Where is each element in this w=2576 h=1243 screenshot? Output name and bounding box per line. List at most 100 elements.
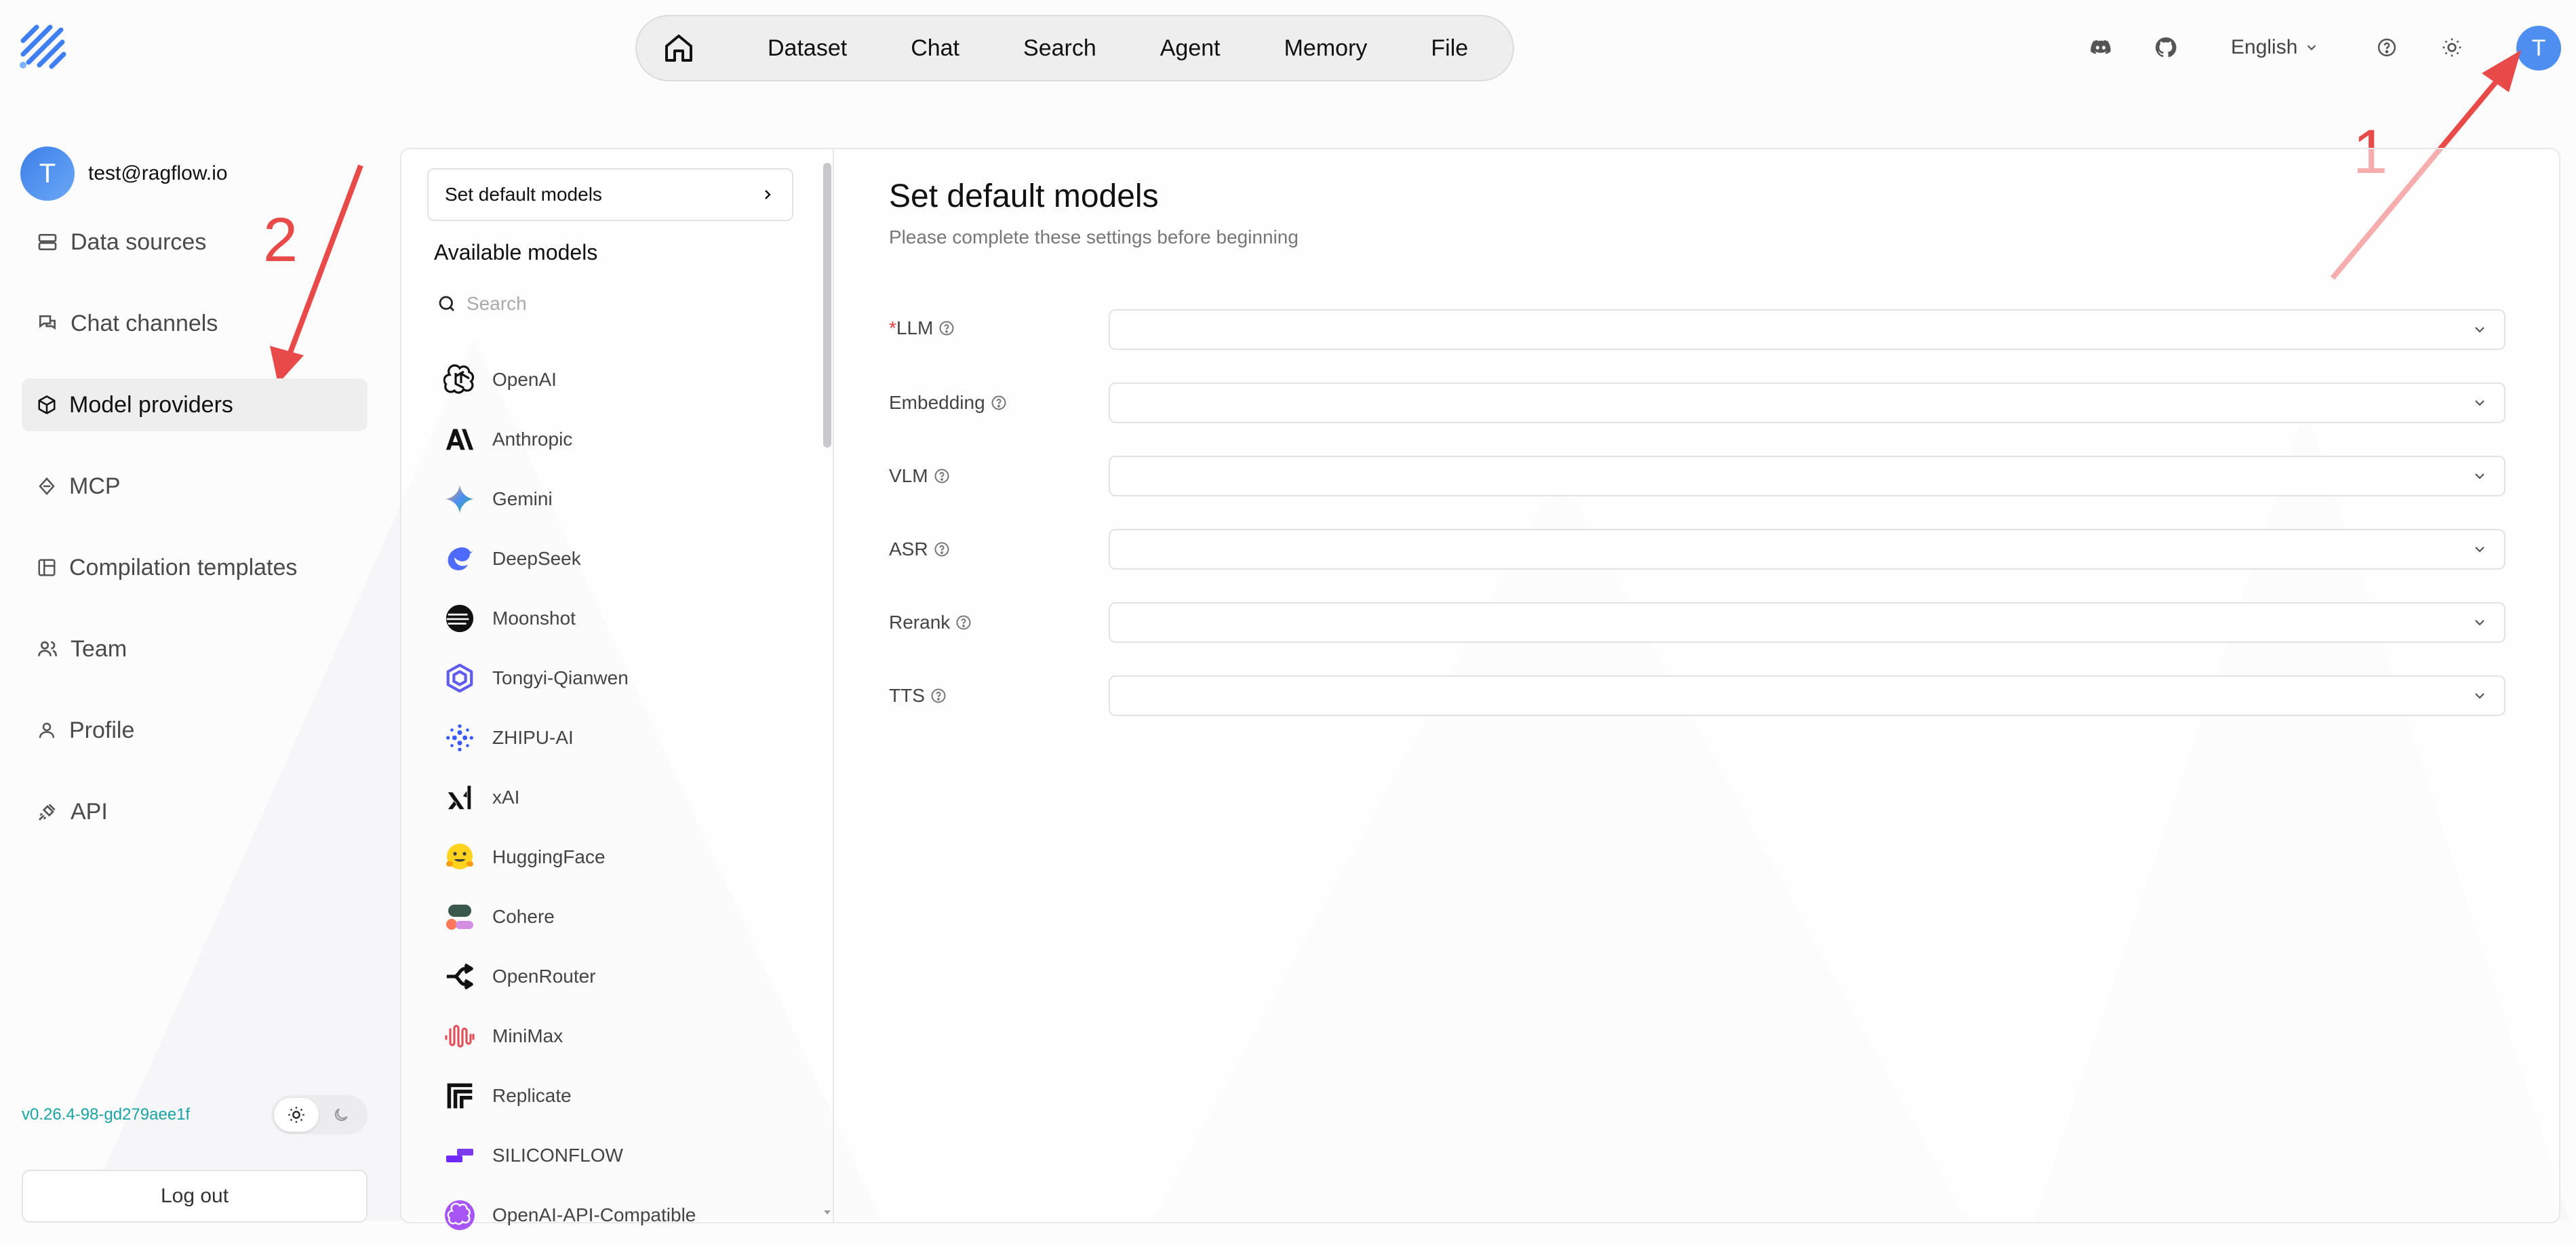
- help-icon[interactable]: [955, 614, 972, 631]
- chevron-right-icon: [765, 190, 771, 199]
- help-icon[interactable]: [991, 395, 1007, 411]
- model-list-scrollbar[interactable]: [823, 163, 831, 448]
- set-default-models-label: Set default models: [445, 184, 602, 205]
- moon-icon: [334, 1108, 348, 1122]
- sidebar-item-profile[interactable]: Profile: [22, 704, 368, 757]
- llm-select[interactable]: [1109, 309, 2505, 350]
- rerank-label: Rerank: [889, 612, 972, 633]
- tts-select[interactable]: [1109, 675, 2505, 716]
- rerank-select[interactable]: [1109, 602, 2505, 643]
- provider-name: OpenRouter: [492, 966, 596, 987]
- chevron-down-icon: [2475, 327, 2484, 333]
- minimax-icon: [445, 1025, 475, 1048]
- nav-chat[interactable]: Chat: [879, 35, 991, 62]
- list-item[interactable]: ZHIPU-AI: [442, 708, 808, 768]
- chevron-down-icon: [2475, 473, 2484, 479]
- provider-name: xAI: [492, 787, 520, 808]
- list-item[interactable]: HuggingFace: [442, 827, 808, 887]
- list-item[interactable]: Tongyi-Qianwen: [442, 648, 808, 708]
- team-icon: [38, 641, 57, 656]
- light-mode-option[interactable]: [274, 1098, 319, 1132]
- sidebar-item-label: Data sources: [71, 229, 207, 255]
- model-provider-list: OpenAI Anthropic Gemini DeepSeek Moonsho…: [442, 350, 808, 1243]
- help-icon[interactable]: [934, 468, 950, 484]
- set-default-models-button[interactable]: Set default models: [427, 168, 793, 221]
- provider-name: Replicate: [492, 1085, 572, 1106]
- help-icon: [2377, 38, 2396, 57]
- provider-name: MiniMax: [492, 1025, 563, 1046]
- sidebar-item-data-sources[interactable]: Data sources: [22, 216, 368, 269]
- vlm-label: VLM: [889, 465, 950, 487]
- required-marker: *: [889, 317, 896, 338]
- sun-icon: [2442, 38, 2461, 57]
- chevron-down-icon: [2475, 620, 2484, 626]
- asr-label: ASR: [889, 538, 950, 560]
- help-icon[interactable]: [938, 320, 955, 336]
- help-icon[interactable]: [934, 541, 950, 557]
- sun-icon: [288, 1107, 304, 1123]
- llm-label: *LLM: [889, 317, 955, 339]
- nav-file[interactable]: File: [1399, 35, 1500, 62]
- provider-name: Tongyi-Qianwen: [492, 667, 629, 688]
- dark-mode-option[interactable]: [319, 1098, 363, 1132]
- asr-select[interactable]: [1109, 529, 2505, 570]
- sidebar-item-compilation-templates[interactable]: Compilation templates: [22, 541, 368, 594]
- mcp-icon: [39, 477, 55, 496]
- ragflow-logo[interactable]: [16, 20, 71, 75]
- sidebar-item-mcp[interactable]: MCP: [22, 460, 368, 513]
- anthropic-icon: [445, 429, 474, 450]
- provider-name: SILICONFLOW: [492, 1145, 623, 1166]
- sidebar-item-api[interactable]: API: [22, 785, 368, 838]
- discord-button[interactable]: [2082, 24, 2120, 71]
- github-button[interactable]: [2147, 24, 2185, 71]
- user-avatar-button[interactable]: T: [2516, 26, 2561, 71]
- chat-channels-icon: [39, 315, 56, 330]
- field-label-text: Embedding: [889, 392, 985, 413]
- nav-search[interactable]: Search: [991, 35, 1128, 62]
- user-icon: [39, 722, 55, 738]
- language-select[interactable]: English: [2231, 24, 2319, 71]
- list-item[interactable]: Gemini: [442, 469, 808, 529]
- list-item[interactable]: DeepSeek: [442, 529, 808, 589]
- provider-name: Anthropic: [492, 429, 573, 450]
- nav-dataset[interactable]: Dataset: [736, 35, 879, 62]
- help-icon[interactable]: [930, 688, 947, 704]
- provider-name: Cohere: [492, 906, 555, 927]
- list-item[interactable]: Moonshot: [442, 589, 808, 648]
- logout-button[interactable]: Log out: [22, 1170, 368, 1223]
- list-item[interactable]: OpenAI-API-Compatible: [442, 1185, 808, 1243]
- nav-agent[interactable]: Agent: [1128, 35, 1252, 62]
- theme-button[interactable]: [2433, 24, 2471, 71]
- embedding-label: Embedding: [889, 392, 1007, 414]
- provider-name: OpenAI: [492, 369, 557, 390]
- chevron-down-icon: [2307, 45, 2316, 51]
- scroll-down-arrow-icon[interactable]: [822, 1208, 833, 1217]
- sidebar-item-model-providers[interactable]: Model providers: [22, 378, 368, 431]
- list-item[interactable]: Anthropic: [442, 410, 808, 469]
- home-button[interactable]: [662, 26, 695, 70]
- home-icon: [665, 35, 692, 62]
- siliconflow-icon: [446, 1149, 473, 1162]
- list-item[interactable]: Replicate: [442, 1066, 808, 1126]
- sidebar-menu: Data sources Chat channels Model provide…: [22, 216, 368, 867]
- list-item[interactable]: Cohere: [442, 887, 808, 947]
- list-item[interactable]: xAI: [442, 768, 808, 827]
- theme-toggle[interactable]: [271, 1095, 368, 1135]
- zhipu-ai-icon: [446, 724, 473, 751]
- vlm-select[interactable]: [1109, 456, 2505, 496]
- search-icon: [439, 296, 454, 311]
- field-label-text: Rerank: [889, 612, 951, 633]
- embedding-select[interactable]: [1109, 382, 2505, 423]
- list-item[interactable]: MiniMax: [442, 1006, 808, 1066]
- model-search[interactable]: Search: [437, 293, 527, 315]
- user-info: T test@ragflow.io: [20, 146, 228, 201]
- list-item[interactable]: SILICONFLOW: [442, 1126, 808, 1185]
- sidebar-item-label: Model providers: [69, 391, 233, 418]
- list-item[interactable]: OpenAI: [442, 350, 808, 410]
- template-icon: [38, 559, 56, 576]
- list-item[interactable]: OpenRouter: [442, 947, 808, 1006]
- nav-memory[interactable]: Memory: [1252, 35, 1400, 62]
- sidebar-item-chat-channels[interactable]: Chat channels: [22, 297, 368, 350]
- help-button[interactable]: [2368, 24, 2406, 71]
- sidebar-item-team[interactable]: Team: [22, 623, 368, 675]
